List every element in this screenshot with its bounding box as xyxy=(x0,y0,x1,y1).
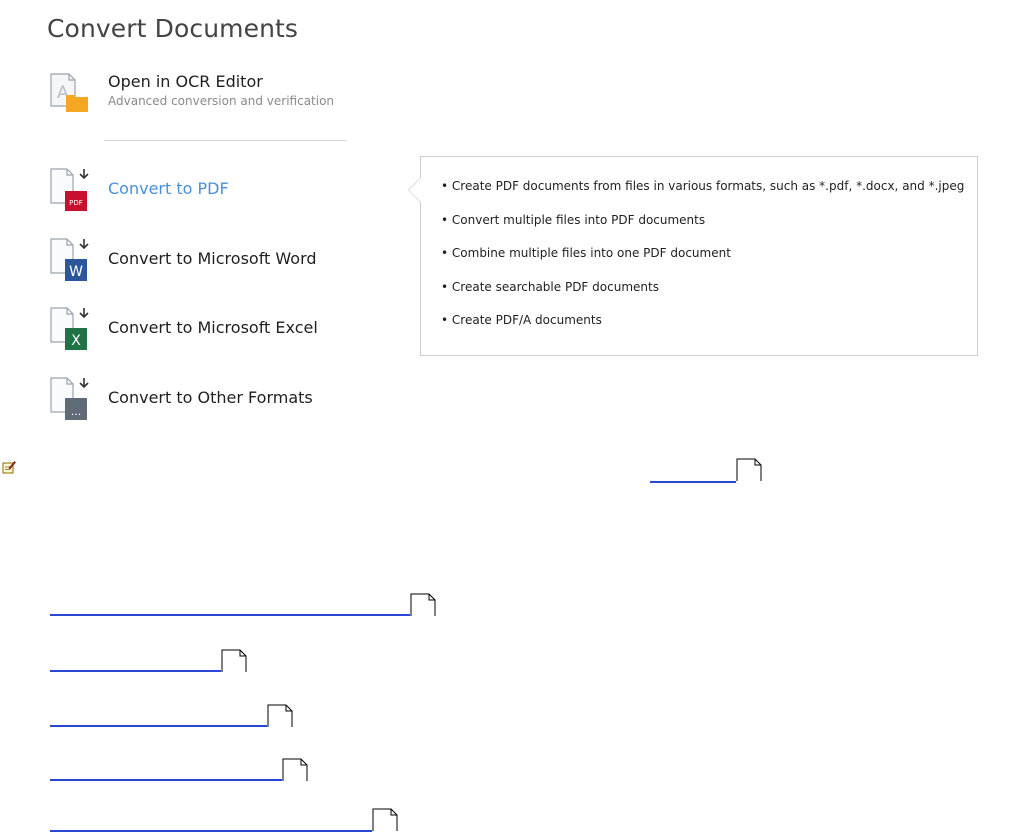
ocr-folder-icon: A xyxy=(50,73,88,112)
note-icon xyxy=(2,461,16,474)
tooltip-item: Create PDF/A documents xyxy=(441,313,964,327)
convert-to-pdf-button[interactable]: PDF Convert to PDF xyxy=(48,167,378,211)
convert-to-word-label: Convert to Microsoft Word xyxy=(108,249,317,268)
hyperlink[interactable] xyxy=(650,481,736,483)
pdf-file-icon: PDF xyxy=(50,168,89,211)
convert-to-excel-label: Convert to Microsoft Excel xyxy=(108,318,318,337)
convert-to-other-label: Convert to Other Formats xyxy=(108,388,313,407)
svg-text:W: W xyxy=(69,264,83,280)
page-icon xyxy=(267,704,293,727)
hyperlink[interactable] xyxy=(50,779,282,781)
page-icon xyxy=(221,649,247,672)
convert-to-word-button[interactable]: W Convert to Microsoft Word xyxy=(48,237,378,281)
svg-text:PDF: PDF xyxy=(69,199,83,207)
tooltip-item: Combine multiple files into one PDF docu… xyxy=(441,246,964,260)
page-icon xyxy=(410,593,436,616)
divider xyxy=(104,140,346,141)
tooltip-pointer-fill xyxy=(409,178,421,202)
convert-to-excel-button[interactable]: X Convert to Microsoft Excel xyxy=(48,306,378,350)
convert-to-pdf-tooltip: Create PDF documents from files in vario… xyxy=(408,156,978,356)
svg-text:...: ... xyxy=(71,405,82,418)
hyperlink[interactable] xyxy=(50,670,221,672)
page-icon xyxy=(282,758,308,781)
hyperlink[interactable] xyxy=(50,830,372,832)
tooltip-item: Create PDF documents from files in vario… xyxy=(441,179,964,193)
tooltip-list: Create PDF documents from files in vario… xyxy=(441,179,964,347)
page-icon xyxy=(372,808,398,831)
tooltip-item: Convert multiple files into PDF document… xyxy=(441,213,964,227)
convert-to-pdf-label: Convert to PDF xyxy=(108,179,229,198)
hyperlink[interactable] xyxy=(50,725,267,727)
excel-file-icon: X xyxy=(50,307,89,350)
other-file-icon: ... xyxy=(50,377,89,420)
ocr-editor-sublabel: Advanced conversion and verification xyxy=(108,94,335,108)
svg-text:X: X xyxy=(71,333,81,349)
word-file-icon: W xyxy=(50,238,89,281)
page-title: Convert Documents xyxy=(47,14,299,43)
open-ocr-editor-button[interactable]: A Open in OCR Editor Advanced conversion… xyxy=(48,70,378,114)
ocr-editor-label: Open in OCR Editor xyxy=(108,72,263,91)
hyperlink[interactable] xyxy=(50,614,410,616)
tooltip-item: Create searchable PDF documents xyxy=(441,280,964,294)
page-icon xyxy=(736,458,762,481)
convert-to-other-button[interactable]: ... Convert to Other Formats xyxy=(48,376,378,420)
